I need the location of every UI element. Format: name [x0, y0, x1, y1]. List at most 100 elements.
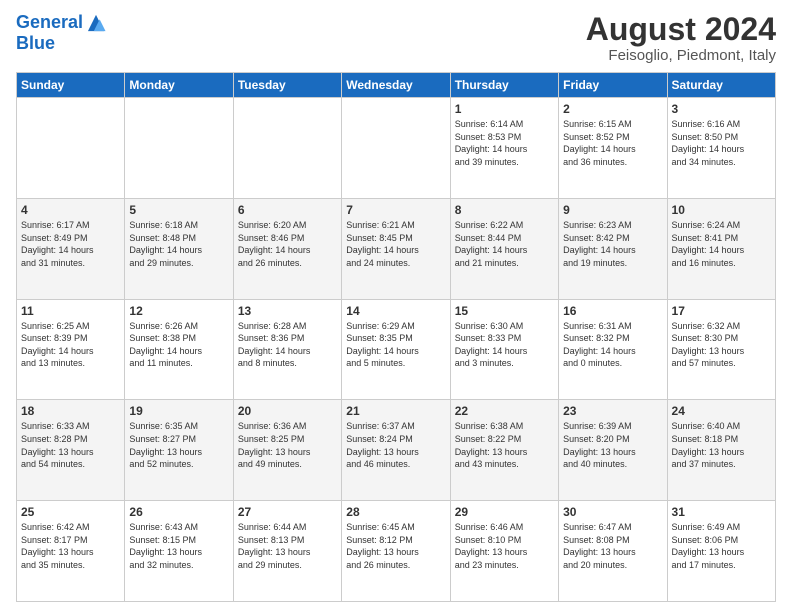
day-number: 15: [455, 304, 554, 318]
day-number: 20: [238, 404, 337, 418]
calendar-cell: 25 Sunrise: 6:42 AM Sunset: 8:17 PM Dayli…: [17, 501, 125, 602]
day-number: 27: [238, 505, 337, 519]
day-info: Sunrise: 6:25 AM Sunset: 8:39 PM Dayligh…: [21, 320, 120, 370]
day-number: 3: [672, 102, 771, 116]
day-info: Sunrise: 6:42 AM Sunset: 8:17 PM Dayligh…: [21, 521, 120, 571]
calendar-cell: 9 Sunrise: 6:23 AM Sunset: 8:42 PM Daylig…: [559, 198, 667, 299]
day-number: 12: [129, 304, 228, 318]
day-number: 18: [21, 404, 120, 418]
header-wednesday: Wednesday: [342, 73, 450, 98]
day-number: 22: [455, 404, 554, 418]
calendar-cell: 31Sunrise: 6:49 AM Sunset: 8:06 PM Dayli…: [667, 501, 775, 602]
day-info: Sunrise: 6:49 AM Sunset: 8:06 PM Dayligh…: [672, 521, 771, 571]
day-number: 11: [21, 304, 120, 318]
calendar-cell: 22 Sunrise: 6:38 AM Sunset: 8:22 PM Dayli…: [450, 400, 558, 501]
calendar-cell: 17Sunrise: 6:32 AM Sunset: 8:30 PM Dayli…: [667, 299, 775, 400]
calendar-cell: 2 Sunrise: 6:15 AM Sunset: 8:52 PM Daylig…: [559, 98, 667, 199]
calendar-cell: 26 Sunrise: 6:43 AM Sunset: 8:15 PM Dayli…: [125, 501, 233, 602]
day-info: Sunrise: 6:44 AM Sunset: 8:13 PM Dayligh…: [238, 521, 337, 571]
day-info: Sunrise: 6:24 AM Sunset: 8:41 PM Dayligh…: [672, 219, 771, 269]
calendar-cell: 19 Sunrise: 6:35 AM Sunset: 8:27 PM Dayli…: [125, 400, 233, 501]
day-info: Sunrise: 6:17 AM Sunset: 8:49 PM Dayligh…: [21, 219, 120, 269]
calendar-cell: 10Sunrise: 6:24 AM Sunset: 8:41 PM Dayli…: [667, 198, 775, 299]
header-friday: Friday: [559, 73, 667, 98]
day-info: Sunrise: 6:28 AM Sunset: 8:36 PM Dayligh…: [238, 320, 337, 370]
day-number: 30: [563, 505, 662, 519]
calendar-week-4: 25 Sunrise: 6:42 AM Sunset: 8:17 PM Dayli…: [17, 501, 776, 602]
day-info: Sunrise: 6:35 AM Sunset: 8:27 PM Dayligh…: [129, 420, 228, 470]
calendar-cell: 28 Sunrise: 6:45 AM Sunset: 8:12 PM Dayli…: [342, 501, 450, 602]
day-number: 25: [21, 505, 120, 519]
day-number: 24: [672, 404, 771, 418]
calendar-week-3: 18 Sunrise: 6:33 AM Sunset: 8:28 PM Dayli…: [17, 400, 776, 501]
day-info: Sunrise: 6:30 AM Sunset: 8:33 PM Dayligh…: [455, 320, 554, 370]
calendar-cell: 1Sunrise: 6:14 AM Sunset: 8:53 PM Daylig…: [450, 98, 558, 199]
calendar-cell: 4 Sunrise: 6:17 AM Sunset: 8:49 PM Daylig…: [17, 198, 125, 299]
calendar-cell: [17, 98, 125, 199]
day-number: 9: [563, 203, 662, 217]
calendar-cell: 29Sunrise: 6:46 AM Sunset: 8:10 PM Dayli…: [450, 501, 558, 602]
day-info: Sunrise: 6:29 AM Sunset: 8:35 PM Dayligh…: [346, 320, 445, 370]
day-info: Sunrise: 6:15 AM Sunset: 8:52 PM Dayligh…: [563, 118, 662, 168]
day-number: 19: [129, 404, 228, 418]
day-info: Sunrise: 6:39 AM Sunset: 8:20 PM Dayligh…: [563, 420, 662, 470]
calendar-cell: 27 Sunrise: 6:44 AM Sunset: 8:13 PM Dayli…: [233, 501, 341, 602]
calendar-table: Sunday Monday Tuesday Wednesday Thursday…: [16, 72, 776, 602]
day-number: 7: [346, 203, 445, 217]
calendar-cell: 8Sunrise: 6:22 AM Sunset: 8:44 PM Daylig…: [450, 198, 558, 299]
header: General Blue August 2024 Feisoglio, Pied…: [16, 12, 776, 64]
day-number: 28: [346, 505, 445, 519]
calendar-cell: 6 Sunrise: 6:20 AM Sunset: 8:46 PM Daylig…: [233, 198, 341, 299]
calendar-cell: 7 Sunrise: 6:21 AM Sunset: 8:45 PM Daylig…: [342, 198, 450, 299]
day-number: 13: [238, 304, 337, 318]
day-info: Sunrise: 6:33 AM Sunset: 8:28 PM Dayligh…: [21, 420, 120, 470]
day-number: 5: [129, 203, 228, 217]
day-number: 23: [563, 404, 662, 418]
calendar-cell: 5 Sunrise: 6:18 AM Sunset: 8:48 PM Daylig…: [125, 198, 233, 299]
day-info: Sunrise: 6:47 AM Sunset: 8:08 PM Dayligh…: [563, 521, 662, 571]
day-info: Sunrise: 6:18 AM Sunset: 8:48 PM Dayligh…: [129, 219, 228, 269]
day-info: Sunrise: 6:23 AM Sunset: 8:42 PM Dayligh…: [563, 219, 662, 269]
calendar-cell: 15 Sunrise: 6:30 AM Sunset: 8:33 PM Dayli…: [450, 299, 558, 400]
day-info: Sunrise: 6:40 AM Sunset: 8:18 PM Dayligh…: [672, 420, 771, 470]
page: General Blue August 2024 Feisoglio, Pied…: [0, 0, 792, 612]
calendar-cell: 13 Sunrise: 6:28 AM Sunset: 8:36 PM Dayli…: [233, 299, 341, 400]
location-subtitle: Feisoglio, Piedmont, Italy: [586, 47, 776, 64]
calendar-week-2: 11 Sunrise: 6:25 AM Sunset: 8:39 PM Dayli…: [17, 299, 776, 400]
logo-text-line1: General: [16, 13, 83, 33]
day-number: 14: [346, 304, 445, 318]
day-number: 2: [563, 102, 662, 116]
day-number: 1: [455, 102, 554, 116]
day-info: Sunrise: 6:37 AM Sunset: 8:24 PM Dayligh…: [346, 420, 445, 470]
calendar-cell: [342, 98, 450, 199]
calendar-header-row: Sunday Monday Tuesday Wednesday Thursday…: [17, 73, 776, 98]
calendar-cell: 18 Sunrise: 6:33 AM Sunset: 8:28 PM Dayli…: [17, 400, 125, 501]
day-info: Sunrise: 6:26 AM Sunset: 8:38 PM Dayligh…: [129, 320, 228, 370]
day-number: 26: [129, 505, 228, 519]
calendar-cell: 23 Sunrise: 6:39 AM Sunset: 8:20 PM Dayli…: [559, 400, 667, 501]
day-info: Sunrise: 6:20 AM Sunset: 8:46 PM Dayligh…: [238, 219, 337, 269]
calendar-cell: [125, 98, 233, 199]
calendar-cell: 20Sunrise: 6:36 AM Sunset: 8:25 PM Dayli…: [233, 400, 341, 501]
day-info: Sunrise: 6:38 AM Sunset: 8:22 PM Dayligh…: [455, 420, 554, 470]
calendar-cell: [233, 98, 341, 199]
header-monday: Monday: [125, 73, 233, 98]
day-info: Sunrise: 6:22 AM Sunset: 8:44 PM Dayligh…: [455, 219, 554, 269]
logo: General Blue: [16, 12, 107, 54]
day-info: Sunrise: 6:45 AM Sunset: 8:12 PM Dayligh…: [346, 521, 445, 571]
calendar-cell: 14 Sunrise: 6:29 AM Sunset: 8:35 PM Dayli…: [342, 299, 450, 400]
calendar-cell: 24 Sunrise: 6:40 AM Sunset: 8:18 PM Dayli…: [667, 400, 775, 501]
header-saturday: Saturday: [667, 73, 775, 98]
header-sunday: Sunday: [17, 73, 125, 98]
month-year-title: August 2024: [586, 12, 776, 47]
day-number: 4: [21, 203, 120, 217]
day-number: 21: [346, 404, 445, 418]
day-info: Sunrise: 6:21 AM Sunset: 8:45 PM Dayligh…: [346, 219, 445, 269]
calendar-week-1: 4 Sunrise: 6:17 AM Sunset: 8:49 PM Daylig…: [17, 198, 776, 299]
calendar-cell: 11 Sunrise: 6:25 AM Sunset: 8:39 PM Dayli…: [17, 299, 125, 400]
header-tuesday: Tuesday: [233, 73, 341, 98]
calendar-cell: 21 Sunrise: 6:37 AM Sunset: 8:24 PM Dayli…: [342, 400, 450, 501]
logo-icon: [85, 12, 107, 34]
day-number: 6: [238, 203, 337, 217]
day-info: Sunrise: 6:43 AM Sunset: 8:15 PM Dayligh…: [129, 521, 228, 571]
